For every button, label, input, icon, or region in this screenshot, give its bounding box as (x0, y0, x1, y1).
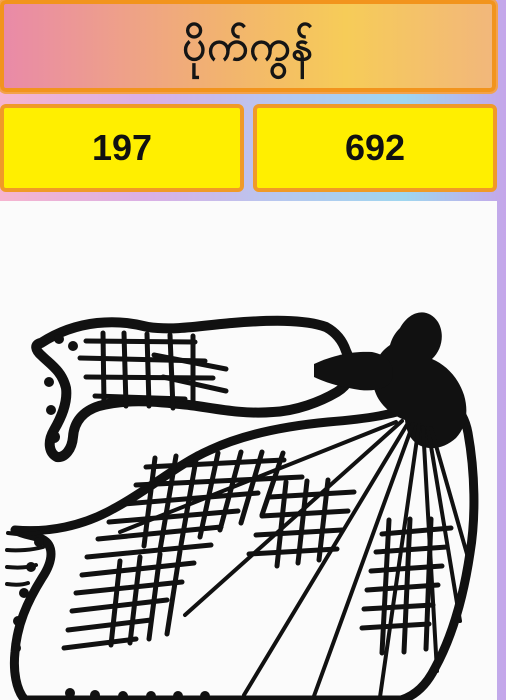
illustration-panel (0, 201, 497, 700)
number-row: 197 692 (0, 104, 506, 192)
page-title: ပိုက်ကွန် (182, 21, 314, 70)
title-banner: ပိုက်ကွန် (0, 0, 496, 92)
number-box-right: 692 (253, 104, 497, 192)
number-right: 692 (344, 127, 406, 168)
number-box-left: 197 (0, 104, 244, 192)
fishing-net-illustration-icon (0, 201, 497, 700)
number-left: 197 (91, 127, 153, 168)
